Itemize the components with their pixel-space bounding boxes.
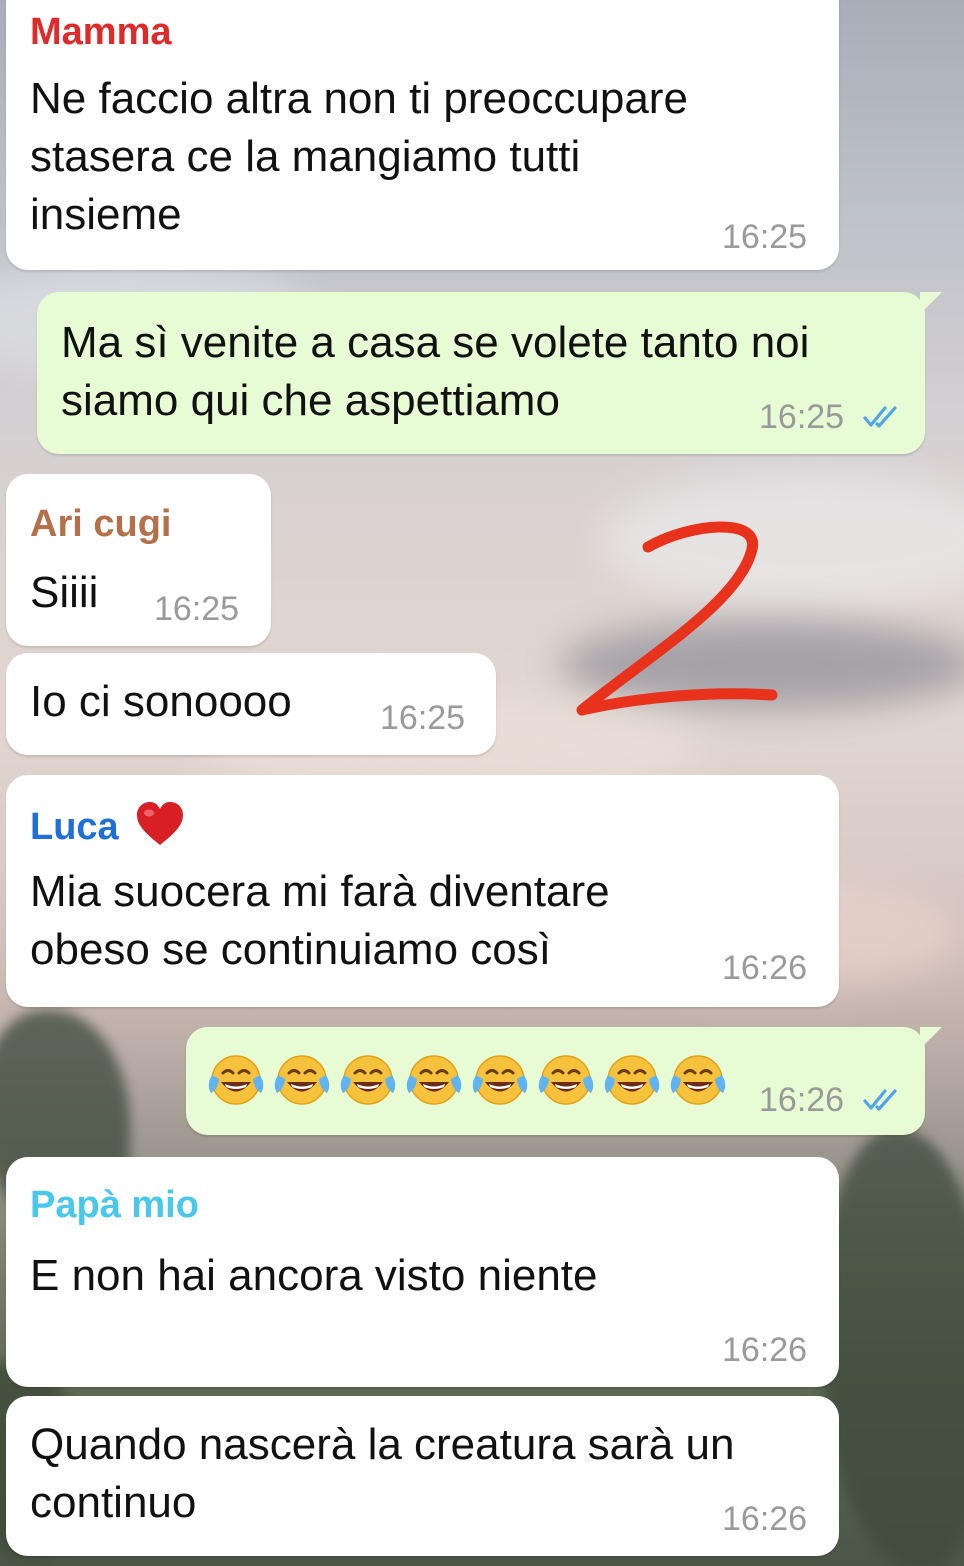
message-bubble-outgoing[interactable]: 16:26 bbox=[186, 1027, 925, 1135]
face-with-tears-of-joy-icon bbox=[472, 1055, 528, 1105]
message-time: 16:26 bbox=[722, 1500, 808, 1538]
message-time: 16:25 bbox=[380, 699, 466, 737]
message-bubble-incoming[interactable]: Luca Mia suocera mi farà diventare obeso… bbox=[6, 775, 839, 1007]
bubble-tail bbox=[920, 1027, 942, 1049]
bubble-tail bbox=[920, 292, 942, 314]
red-heart-icon bbox=[137, 802, 184, 845]
message-text: Quando nascerà la creatura sarà un conti… bbox=[30, 1420, 735, 1527]
message-bubble-incoming[interactable]: Mamma Ne faccio altra non ti preoccupare… bbox=[6, 0, 839, 270]
sender-name-papa-mio[interactable]: Papà mio bbox=[30, 1183, 199, 1227]
message-bubble-incoming[interactable]: Papà mio E non hai ancora visto niente 1… bbox=[6, 1157, 839, 1387]
message-text: Siiii bbox=[30, 568, 99, 617]
sender-name-mamma[interactable]: Mamma bbox=[30, 10, 172, 54]
message-time: 16:25 bbox=[759, 398, 845, 436]
sender-name-luca[interactable]: Luca bbox=[30, 801, 185, 849]
message-time: 16:25 bbox=[154, 590, 240, 628]
message-text: Ma sì venite a casa se volete tanto noi … bbox=[61, 318, 810, 425]
sender-name-ari-cugi[interactable]: Ari cugi bbox=[30, 502, 171, 546]
message-bubble-incoming[interactable]: Io ci sonoooo 16:25 bbox=[6, 653, 496, 755]
message-time: 16:26 bbox=[722, 949, 808, 987]
message-text: E non hai ancora visto niente bbox=[30, 1251, 598, 1300]
message-bubble-incoming[interactable]: Ari cugi Siiii 16:25 bbox=[6, 474, 271, 646]
message-time: 16:26 bbox=[759, 1081, 845, 1119]
face-with-tears-of-joy-icon bbox=[406, 1055, 462, 1105]
message-text: Io ci sonoooo bbox=[30, 677, 292, 726]
message-time: 16:26 bbox=[722, 1331, 808, 1369]
message-bubble-incoming[interactable]: Quando nascerà la creatura sarà un conti… bbox=[6, 1396, 839, 1556]
message-bubble-outgoing[interactable]: Ma sì venite a casa se volete tanto noi … bbox=[37, 292, 925, 454]
message-time: 16:25 bbox=[722, 218, 808, 256]
message-text: Mia suocera mi farà diventare obeso se c… bbox=[30, 867, 610, 974]
sender-name-label: Luca bbox=[30, 806, 119, 848]
face-with-tears-of-joy-icon bbox=[604, 1055, 660, 1105]
handwritten-number-two-annotation bbox=[576, 521, 778, 716]
face-with-tears-of-joy-icon bbox=[340, 1055, 396, 1105]
double-check-icon bbox=[863, 406, 897, 428]
emoji-message bbox=[206, 1049, 734, 1109]
double-check-icon bbox=[863, 1089, 897, 1111]
face-with-tears-of-joy-icon bbox=[274, 1055, 330, 1105]
message-text: Ne faccio altra non ti preoccupare stase… bbox=[30, 74, 688, 239]
face-with-tears-of-joy-icon bbox=[538, 1055, 594, 1105]
face-with-tears-of-joy-icon bbox=[208, 1055, 264, 1105]
face-with-tears-of-joy-icon bbox=[670, 1055, 726, 1105]
